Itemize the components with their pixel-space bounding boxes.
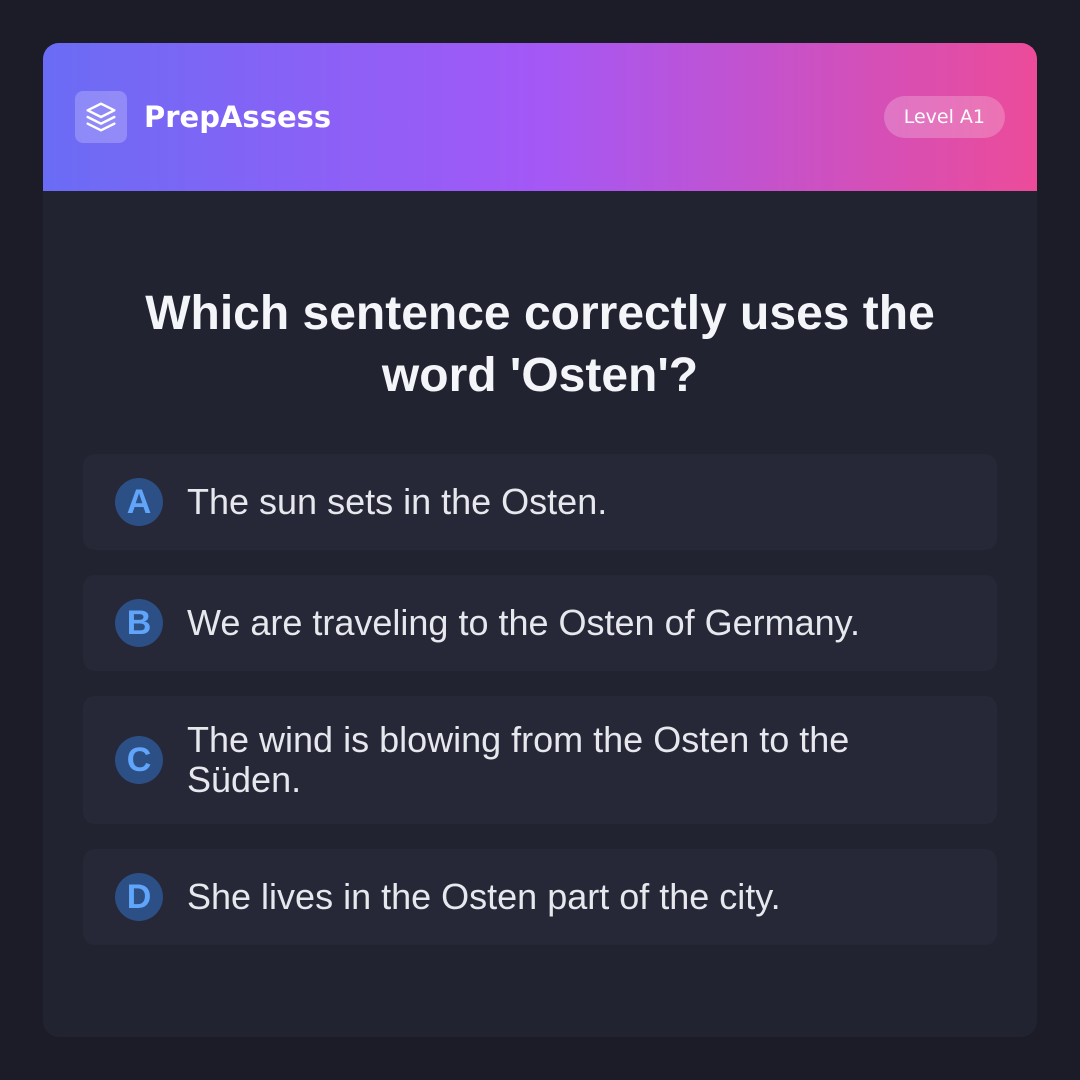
brand-name: PrepAssess	[144, 100, 332, 134]
option-letter-a: A	[115, 478, 163, 526]
option-text-c: The wind is blowing from the Osten to th…	[187, 719, 850, 800]
layers-icon	[85, 101, 117, 133]
option-letter-b: B	[115, 599, 163, 647]
option-b[interactable]: B We are traveling to the Osten of Germa…	[83, 575, 997, 671]
question-text: Which sentence correctly uses the word '…	[145, 287, 935, 402]
option-letter-c: C	[115, 736, 163, 784]
level-badge: Level A1	[883, 96, 1005, 138]
option-c[interactable]: C The wind is blowing from the Osten to …	[83, 696, 997, 824]
option-d[interactable]: D She lives in the Osten part of the cit…	[83, 849, 997, 945]
quiz-header: PrepAssess Level A1	[43, 43, 1037, 191]
option-text-b: We are traveling to the Osten of Germany…	[187, 602, 860, 643]
app-logo	[75, 91, 127, 143]
quiz-card: PrepAssess Level A1 Which sentence corre…	[43, 43, 1037, 1037]
option-a[interactable]: A The sun sets in the Osten.	[83, 454, 997, 550]
option-text-a: The sun sets in the Osten.	[187, 481, 608, 522]
option-text-d: She lives in the Osten part of the city.	[187, 876, 781, 917]
answer-options: A The sun sets in the Osten. B We are tr…	[83, 454, 997, 970]
option-letter-d: D	[115, 873, 163, 921]
